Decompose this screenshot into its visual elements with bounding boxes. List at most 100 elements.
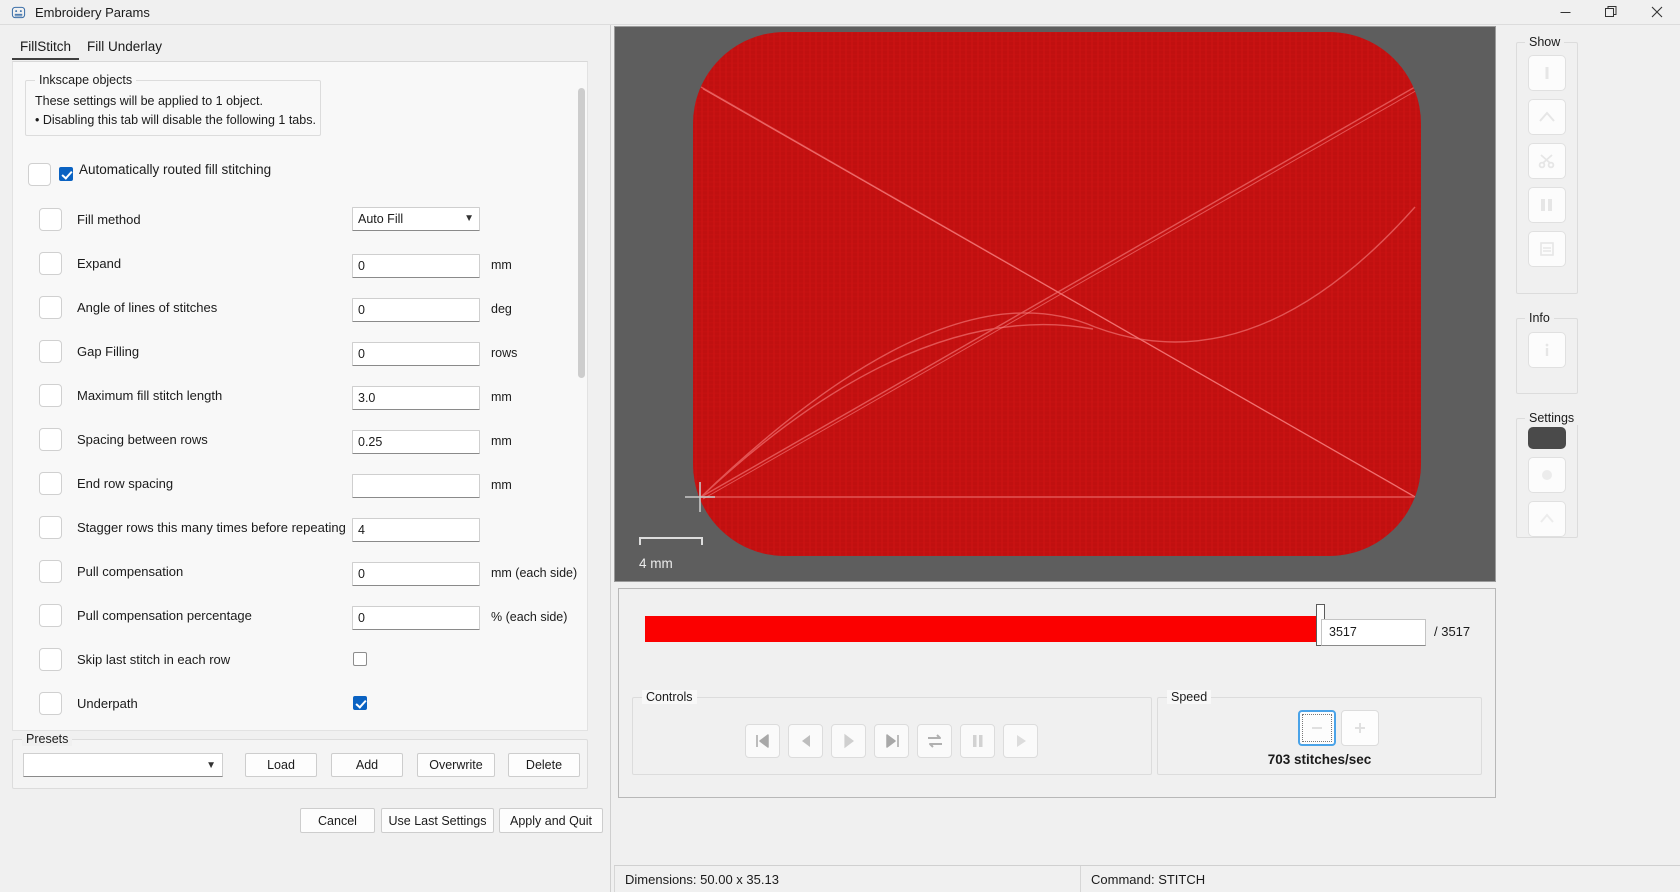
- param-enable-toggle[interactable]: [39, 340, 62, 363]
- skip-to-end-icon[interactable]: [874, 724, 909, 758]
- preset-add-button[interactable]: Add: [331, 753, 403, 777]
- status-bar: Dimensions: 50.00 x 35.13 Command: STITC…: [614, 865, 1680, 892]
- param-units: mm: [491, 434, 512, 448]
- play-forward-icon[interactable]: [1003, 724, 1038, 758]
- preset-select[interactable]: ▼: [23, 753, 223, 777]
- param-checkbox[interactable]: [353, 696, 367, 710]
- param-label: Expand: [77, 256, 122, 271]
- preset-overwrite-button[interactable]: Overwrite: [417, 753, 495, 777]
- cancel-button[interactable]: Cancel: [300, 808, 375, 833]
- param-label: Maximum fill stitch length: [77, 388, 223, 403]
- tab-fill-underlay[interactable]: Fill Underlay: [79, 35, 170, 60]
- auto-route-enable-toggle[interactable]: [28, 163, 51, 186]
- param-row: Underpath: [13, 686, 587, 730]
- status-command: Command: STITCH: [1091, 871, 1206, 887]
- param-enable-toggle[interactable]: [39, 692, 62, 715]
- maximize-restore-icon[interactable]: [1588, 0, 1634, 25]
- param-input[interactable]: 0: [352, 298, 480, 322]
- param-label: Fill method: [77, 212, 141, 227]
- preset-load-button[interactable]: Load: [245, 753, 317, 777]
- scale-bar: [639, 537, 703, 545]
- show-group: Show: [1516, 35, 1578, 294]
- param-label: Pull compensation percentage: [77, 608, 252, 623]
- presets-title: Presets: [22, 732, 73, 746]
- param-checkbox[interactable]: [353, 652, 367, 666]
- param-input[interactable]: 0: [352, 342, 480, 366]
- stitch-preview[interactable]: 4 mm: [614, 26, 1496, 582]
- speed-down-button[interactable]: [1298, 710, 1336, 746]
- param-units: rows: [491, 346, 518, 360]
- preset-delete-button[interactable]: Delete: [508, 753, 580, 777]
- param-units: % (each side): [491, 610, 568, 624]
- theme-button[interactable]: [1528, 457, 1566, 493]
- param-input[interactable]: 4: [352, 518, 480, 542]
- use-last-settings-button[interactable]: Use Last Settings: [381, 808, 494, 833]
- param-input[interactable]: 3.0: [352, 386, 480, 410]
- param-label: Spacing between rows: [77, 432, 208, 447]
- cancel-label: Cancel: [318, 813, 357, 828]
- settings-group: Settings: [1516, 411, 1579, 538]
- play-icon[interactable]: [831, 724, 866, 758]
- param-label: Pull compensation: [77, 564, 184, 579]
- param-input[interactable]: 0: [352, 254, 480, 278]
- pause-icon[interactable]: [960, 724, 995, 758]
- param-units: mm: [491, 258, 512, 272]
- show-needle-penetration-icon[interactable]: [1528, 55, 1566, 91]
- preset-delete-label: Delete: [525, 758, 563, 772]
- stitch-slider[interactable]: [645, 604, 1325, 646]
- param-enable-toggle[interactable]: [39, 384, 62, 407]
- param-select[interactable]: Auto Fill ▼: [352, 207, 480, 231]
- param-input[interactable]: 0: [352, 606, 480, 630]
- param-enable-toggle[interactable]: [39, 428, 62, 451]
- loop-icon[interactable]: [917, 724, 952, 758]
- settings-title: Settings: [1525, 411, 1579, 425]
- param-enable-toggle[interactable]: [39, 560, 62, 583]
- param-enable-toggle[interactable]: [39, 648, 62, 671]
- show-page-icon[interactable]: [1528, 231, 1566, 267]
- param-row: Stagger rows this many times before repe…: [13, 510, 587, 554]
- close-icon[interactable]: [1634, 0, 1680, 25]
- dialog-buttons: Cancel Use Last Settings Apply and Quit: [0, 808, 603, 834]
- speed-up-button[interactable]: [1341, 710, 1379, 746]
- show-trims-icon[interactable]: [1528, 143, 1566, 179]
- tool-rail: Show Info Settings: [1502, 26, 1680, 892]
- tab-fillstitch[interactable]: FillStitch: [12, 35, 80, 60]
- window-titlebar: Embroidery Params: [0, 0, 1680, 25]
- param-enable-toggle[interactable]: [39, 252, 62, 275]
- param-enable-toggle[interactable]: [39, 296, 62, 319]
- param-row: End row spacing mm: [13, 466, 587, 510]
- show-jump-stitches-icon[interactable]: [1528, 99, 1566, 135]
- auto-route-row: Automatically routed fill stitching: [13, 158, 587, 192]
- info-icon[interactable]: [1528, 332, 1566, 368]
- param-enable-toggle[interactable]: [39, 604, 62, 627]
- skip-to-start-icon[interactable]: [745, 724, 780, 758]
- info-group: Info: [1516, 311, 1578, 394]
- playback-panel: 3517 / 3517 Controls Speed 703 stitches/…: [618, 588, 1496, 798]
- minimize-icon[interactable]: [1542, 0, 1588, 25]
- step-backward-icon[interactable]: [788, 724, 823, 758]
- param-row: Skip last stitch in each row: [13, 642, 587, 686]
- param-row: Gap Filling 0 rows: [13, 334, 587, 378]
- inkscape-objects-line1: These settings will be applied to 1 obje…: [35, 94, 263, 108]
- param-enable-toggle[interactable]: [39, 208, 62, 231]
- param-label: Underpath: [77, 696, 138, 711]
- param-input[interactable]: 0.25: [352, 430, 480, 454]
- show-title: Show: [1525, 35, 1565, 49]
- param-select-value: Auto Fill: [358, 212, 404, 226]
- background-color-button[interactable]: [1528, 427, 1566, 449]
- param-enable-toggle[interactable]: [39, 472, 62, 495]
- param-row: Pull compensation 0 mm (each side): [13, 554, 587, 598]
- param-input[interactable]: 0: [352, 562, 480, 586]
- param-label: End row spacing: [77, 476, 174, 491]
- auto-route-checkbox[interactable]: [59, 167, 73, 181]
- tab-fill-underlay-label: Fill Underlay: [87, 39, 163, 54]
- param-input[interactable]: [352, 474, 480, 498]
- speed-group: Speed 703 stitches/sec: [1157, 690, 1482, 775]
- current-stitch-input[interactable]: 3517: [1321, 619, 1426, 646]
- apply-and-quit-button[interactable]: Apply and Quit: [499, 808, 603, 833]
- param-row: Maximum fill stitch length 3.0 mm: [13, 378, 587, 422]
- window-title: Embroidery Params: [35, 4, 150, 20]
- param-enable-toggle[interactable]: [39, 516, 62, 539]
- preferences-button[interactable]: [1528, 501, 1566, 537]
- show-color-change-icon[interactable]: [1528, 187, 1566, 223]
